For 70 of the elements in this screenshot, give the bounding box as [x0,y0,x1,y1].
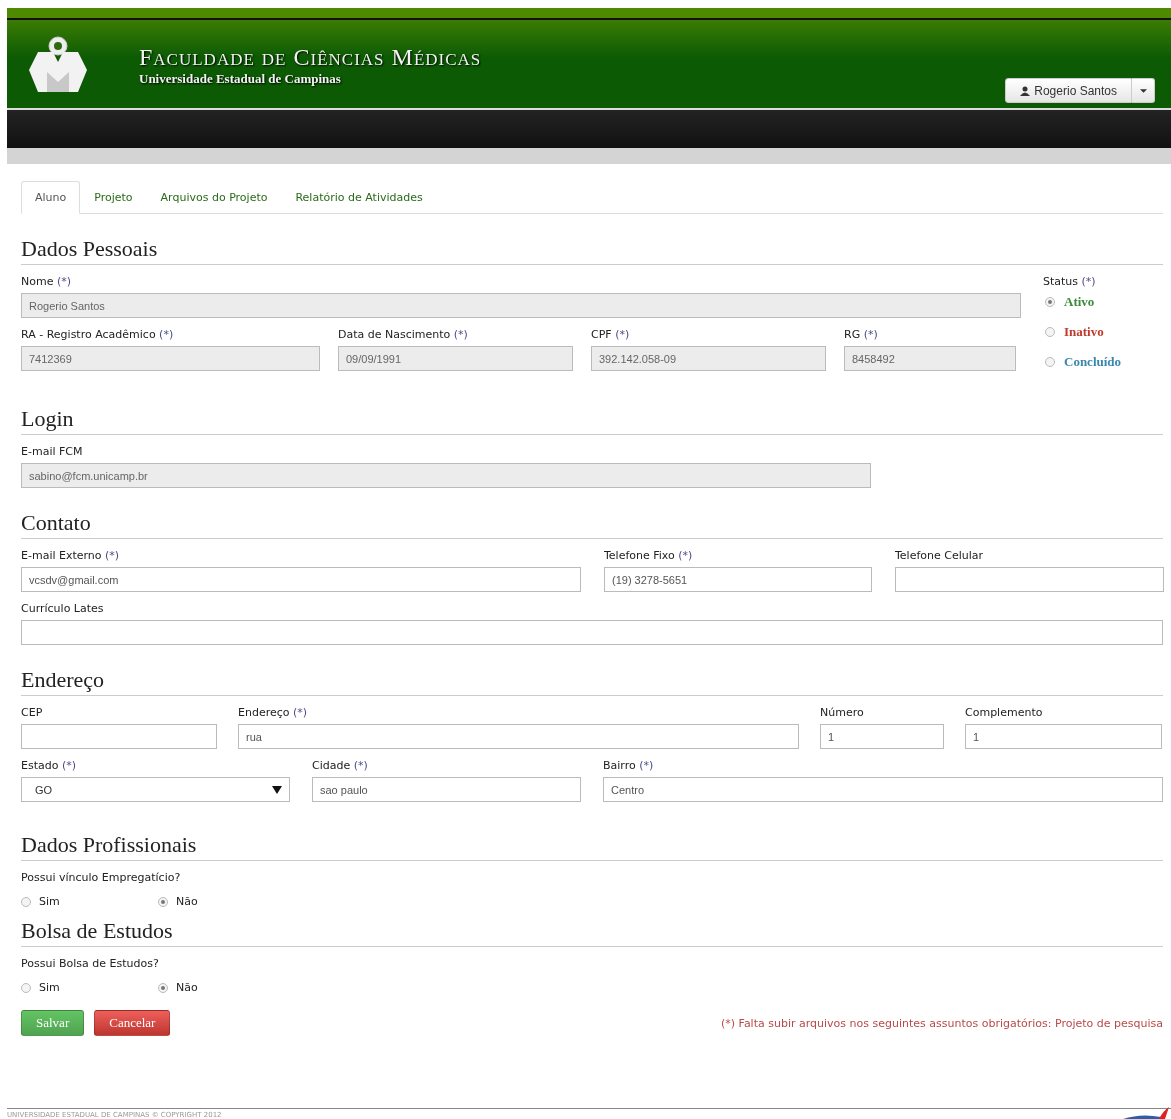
field-label: Nome (*) [21,275,73,289]
field-label: RG (*) [844,328,879,342]
field-label: Currículo Lates [21,602,105,616]
input-field[interactable]: 1 [965,724,1162,749]
section-heading: Endereço [21,667,1163,696]
tab[interactable]: Arquivos do Projeto [146,181,282,214]
input-field[interactable]: rua [238,724,799,749]
radio-label: Sim [39,895,60,908]
field-label: Estado (*) [21,759,78,773]
section-heading: Login [21,406,1163,435]
question-label: Possui vínculo Empregatício? [21,871,182,885]
section-heading: Dados Profissionais [21,832,1163,861]
radio-button[interactable] [21,896,31,907]
radio-button[interactable] [1045,297,1055,307]
field-label: Telefone Celular [895,549,985,563]
field-label: Número [820,706,865,720]
question-label: Possui Bolsa de Estudos? [21,957,160,971]
caret-icon [1139,88,1147,93]
tab[interactable]: Relatório de Atividades [281,181,437,214]
section-heading: Bolsa de Estudos [21,918,1163,947]
tab[interactable]: Aluno [21,181,81,214]
email-field[interactable]: sabino@fcm.unicamp.br [21,463,871,488]
state-select[interactable]: GO [21,777,290,802]
field-label: E-mail FCM [21,445,84,459]
section-heading: Contato [21,510,1163,539]
input-field[interactable]: Centro [603,777,1163,802]
field-label: E-mail Externo (*) [21,549,121,563]
dropdown-toggle[interactable] [1132,78,1155,103]
user-icon [1020,85,1031,96]
input-field[interactable]: sao paulo [312,777,581,802]
input-field[interactable]: 7412369 [21,346,320,371]
input-field[interactable] [21,724,217,749]
input-field[interactable]: 392.142.058-09 [591,346,826,371]
site-title: Faculdade de Ciências Médicas [139,44,482,71]
radio-button[interactable] [158,982,168,993]
input-field[interactable]: 1 [820,724,944,749]
dropdown-arrow-icon [272,785,282,794]
field-label: Data de Nascimento (*) [338,328,469,342]
radio-button[interactable] [1045,327,1055,337]
field-label: CEP [21,706,44,720]
name-field[interactable]: Rogerio Santos [21,293,1021,318]
field-label: Status (*) [1043,275,1097,289]
field-label: RA - Registro Acadêmico (*) [21,328,175,342]
input-field[interactable]: (19) 3278-5651 [604,567,872,592]
radio-label: Não [176,895,198,908]
radio-label: Não [176,981,198,994]
field-label: Bairro (*) [603,759,655,773]
input-field[interactable]: vcsdv@gmail.com [21,567,581,592]
field-label: CPF (*) [591,328,631,342]
radio-button[interactable] [21,982,31,993]
cancel-button[interactable]: Cancelar [94,1010,171,1036]
user-menu-button[interactable]: Rogerio Santos [1005,78,1132,103]
section-heading: Dados Pessoais [21,236,1163,265]
radio-button[interactable] [1045,357,1055,367]
radio-label: Sim [39,981,60,994]
radio-button[interactable] [158,896,168,907]
input-field[interactable]: 09/09/1991 [338,346,573,371]
radio-label: Inativo [1064,324,1104,340]
input-field[interactable] [895,567,1164,592]
radio-label: Ativo [1064,294,1095,310]
field-label: Complemento [965,706,1044,720]
field-label: Telefone Fixo (*) [604,549,694,563]
input-field[interactable] [21,620,1163,645]
site-subtitle: Universidade Estadual de Campinas [139,71,342,87]
tab[interactable]: Projeto [80,181,147,214]
field-label: Cidade (*) [312,759,369,773]
input-field[interactable]: 8458492 [844,346,1016,371]
warning-message: (*) Falta subir arquivos nos seguintes assuntos obrigatórios: Projeto de pesquisa [720,1016,1163,1030]
radio-label: Concluído [1064,354,1122,370]
field-label: Endereço (*) [238,706,309,720]
